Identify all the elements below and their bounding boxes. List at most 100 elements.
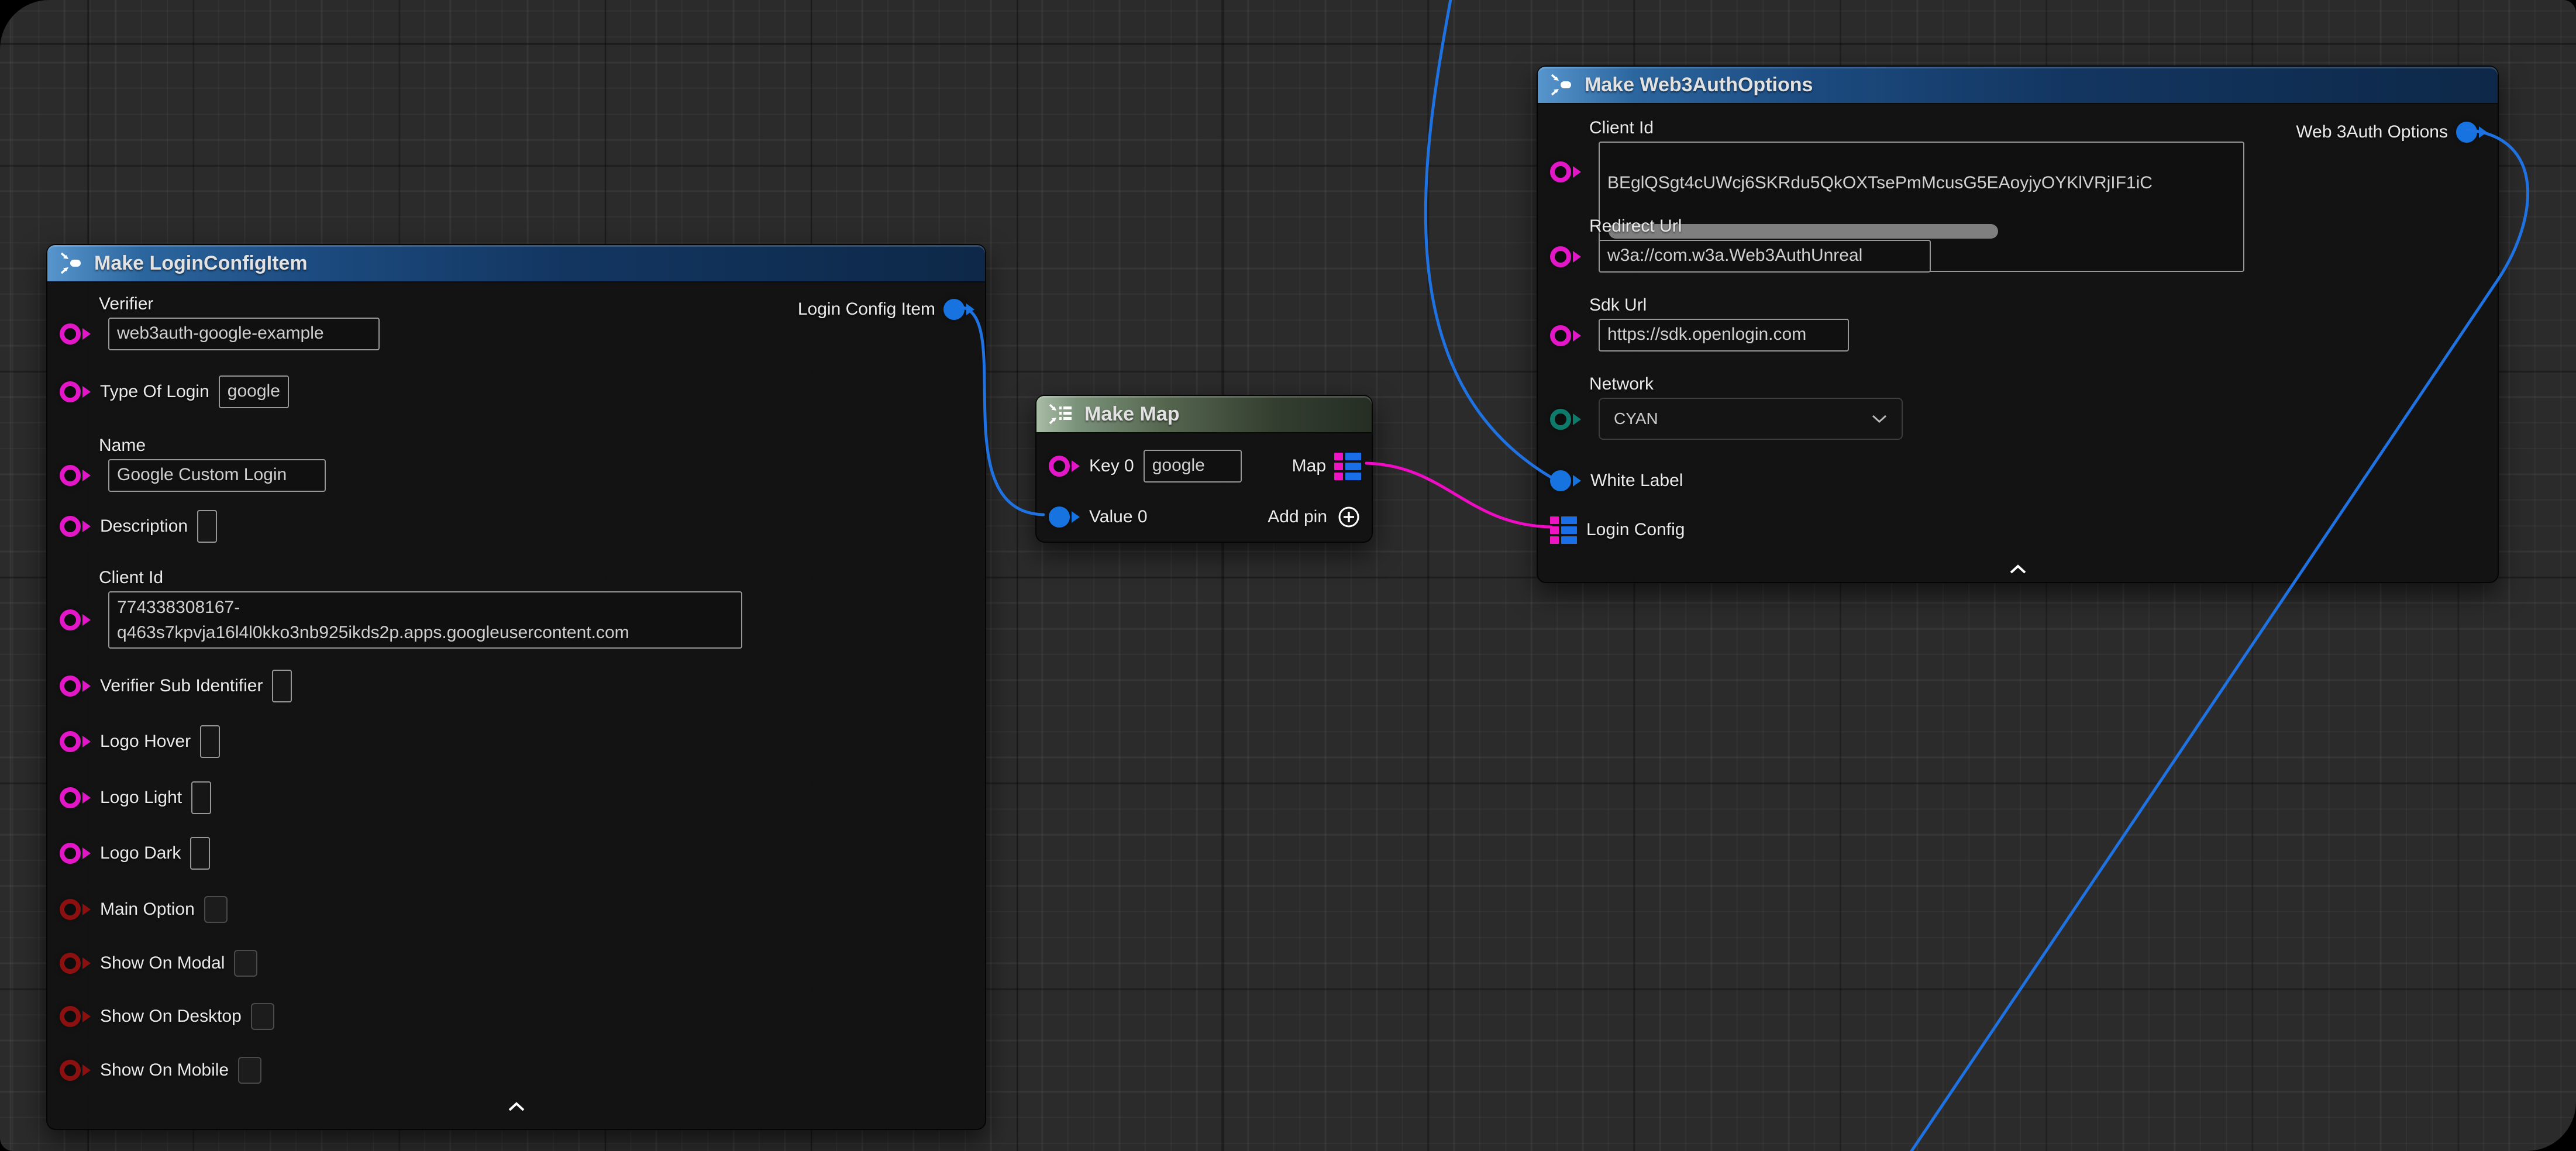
show-on-desktop-checkbox[interactable] [251, 1003, 274, 1030]
logo-light-field[interactable] [191, 781, 211, 814]
logo-hover-label: Logo Hover [100, 732, 191, 752]
wire-offscreen-to-white-label[interactable] [1425, 0, 1553, 478]
pin-row-logo-dark: Logo Dark [47, 836, 985, 871]
pin-row-name: Name Google Custom Login [47, 436, 985, 492]
value0-label: Value 0 [1089, 507, 1148, 527]
make-map-icon [1048, 402, 1074, 426]
show-on-modal-bool-pin[interactable] [60, 953, 91, 974]
network-enum-pin[interactable] [1550, 409, 1581, 430]
logo-hover-field[interactable] [200, 725, 220, 758]
pin-row-verifier-sub-identifier: Verifier Sub Identifier [47, 668, 985, 704]
pin-row-network: Network CYAN [1538, 374, 2498, 440]
pin-row-description: Description [47, 509, 985, 544]
verifier-sub-identifier-field[interactable] [272, 670, 292, 702]
name-field[interactable]: Google Custom Login [108, 459, 326, 492]
pin-row-client-id: Client Id 774338308167- q463s7kpvja16l4l… [47, 568, 985, 649]
pin-row-verifier: Verifier web3auth-google-example [47, 294, 985, 350]
description-field[interactable] [197, 510, 217, 543]
show-on-desktop-bool-pin[interactable] [60, 1006, 91, 1027]
add-pin-button[interactable]: Add pin [1268, 505, 1361, 529]
verifier-sub-identifier-label: Verifier Sub Identifier [100, 676, 263, 696]
show-on-modal-checkbox[interactable] [234, 950, 257, 977]
type-of-login-field[interactable]: google [219, 375, 289, 408]
add-pin-label: Add pin [1268, 507, 1327, 527]
description-string-pin[interactable] [60, 516, 91, 537]
key0-field[interactable]: google [1144, 450, 1242, 483]
white-label-label: White Label [1590, 471, 1683, 491]
type-of-login-label: Type Of Login [100, 382, 209, 402]
show-on-modal-label: Show On Modal [100, 953, 225, 973]
show-on-mobile-label: Show On Mobile [100, 1060, 229, 1080]
login-config-label: Login Config [1586, 520, 1685, 540]
verifier-sub-identifier-string-pin[interactable] [60, 676, 91, 697]
sdk-url-string-pin[interactable] [1550, 325, 1581, 346]
main-option-checkbox[interactable] [204, 896, 228, 923]
main-option-label: Main Option [100, 900, 195, 919]
main-option-bool-pin[interactable] [60, 899, 91, 920]
client-id-label: Client Id [99, 568, 985, 588]
client-id-label: Client Id [1589, 118, 2498, 138]
node-make-map[interactable]: Make Map Key 0 google Map Value 0 Add pi… [1035, 395, 1373, 543]
chevron-down-icon [1871, 414, 1888, 423]
logo-light-label: Logo Light [100, 788, 182, 808]
logo-dark-label: Logo Dark [100, 843, 181, 863]
redirect-url-string-pin[interactable] [1550, 246, 1581, 267]
blueprint-graph-canvas[interactable]: Make LoginConfigItem Login Config Item V… [0, 0, 2576, 1151]
client-id-field[interactable]: 774338308167- q463s7kpvja16l4l0kko3nb925… [108, 591, 742, 649]
client-id-text: BEglQSgt4cUWcj6SKRdu5QkOXTsePmMcusG5EAoy… [1607, 170, 2236, 195]
pin-row-login-config: Login Config [1538, 512, 2498, 547]
add-pin-icon [1337, 505, 1361, 529]
collapse-node-button[interactable] [507, 1101, 526, 1115]
node-make-login-config-item[interactable]: Make LoginConfigItem Login Config Item V… [46, 244, 986, 1130]
name-string-pin[interactable] [60, 465, 91, 486]
show-on-desktop-label: Show On Desktop [100, 1007, 242, 1026]
name-label: Name [99, 436, 985, 456]
pin-row-logo-light: Logo Light [47, 780, 985, 815]
verifier-string-pin[interactable] [60, 323, 91, 344]
sdk-url-label: Sdk Url [1589, 295, 2498, 315]
pin-row-white-label: White Label [1538, 463, 2498, 498]
wire-map-to-login-config[interactable] [1366, 463, 1551, 527]
chevron-up-icon [507, 1101, 526, 1112]
logo-light-string-pin[interactable] [60, 787, 91, 808]
make-struct-icon [1549, 73, 1574, 97]
login-config-map-pin[interactable] [1550, 516, 1577, 544]
verifier-field[interactable]: web3auth-google-example [108, 318, 380, 350]
verifier-label: Verifier [99, 294, 985, 314]
map-output-pin[interactable] [1334, 453, 1361, 480]
show-on-mobile-bool-pin[interactable] [60, 1060, 91, 1081]
key0-label: Key 0 [1089, 456, 1134, 476]
type-of-login-string-pin[interactable] [60, 381, 91, 402]
node-title: Make Web3AuthOptions [1585, 74, 1813, 97]
client-id-string-pin[interactable] [1550, 161, 1581, 182]
pin-row-logo-hover: Logo Hover [47, 724, 985, 759]
node-header-make-map[interactable]: Make Map [1036, 396, 1372, 433]
node-header-make-web3auth-options[interactable]: Make Web3AuthOptions [1538, 67, 2498, 104]
white-label-object-pin[interactable] [1550, 470, 1581, 491]
pin-row-show-on-mobile: Show On Mobile [47, 1053, 985, 1088]
network-dropdown[interactable]: CYAN [1599, 398, 1903, 440]
pin-row-sdk-url: Sdk Url https://sdk.openlogin.com [1538, 295, 2498, 351]
client-id-string-pin[interactable] [60, 609, 91, 630]
pin-row-show-on-modal: Show On Modal [47, 946, 985, 981]
chevron-up-icon [2009, 564, 2027, 574]
redirect-url-field[interactable]: w3a://com.w3a.Web3AuthUnreal [1599, 240, 1931, 273]
pin-row-show-on-desktop: Show On Desktop [47, 999, 985, 1034]
pin-row-main-option: Main Option [47, 892, 985, 927]
redirect-url-label: Redirect Url [1589, 216, 2498, 236]
pin-row-map-output: Map [1292, 449, 1361, 484]
node-make-web3auth-options[interactable]: Make Web3AuthOptions Web 3Auth Options C… [1537, 66, 2499, 583]
logo-dark-field[interactable] [190, 837, 210, 870]
show-on-mobile-checkbox[interactable] [238, 1057, 261, 1084]
logo-hover-string-pin[interactable] [60, 731, 91, 752]
logo-dark-string-pin[interactable] [60, 843, 91, 864]
network-selected-value: CYAN [1614, 409, 1658, 428]
node-header-make-login-config-item[interactable]: Make LoginConfigItem [47, 245, 985, 282]
collapse-node-button[interactable] [2009, 564, 2027, 577]
add-pin-row: Add pin [1268, 499, 1361, 535]
sdk-url-field[interactable]: https://sdk.openlogin.com [1599, 319, 1849, 351]
key0-string-pin[interactable] [1049, 456, 1080, 477]
network-label: Network [1589, 374, 2498, 394]
pin-row-redirect-url: Redirect Url w3a://com.w3a.Web3AuthUnrea… [1538, 216, 2498, 273]
value0-object-pin[interactable] [1049, 506, 1080, 528]
